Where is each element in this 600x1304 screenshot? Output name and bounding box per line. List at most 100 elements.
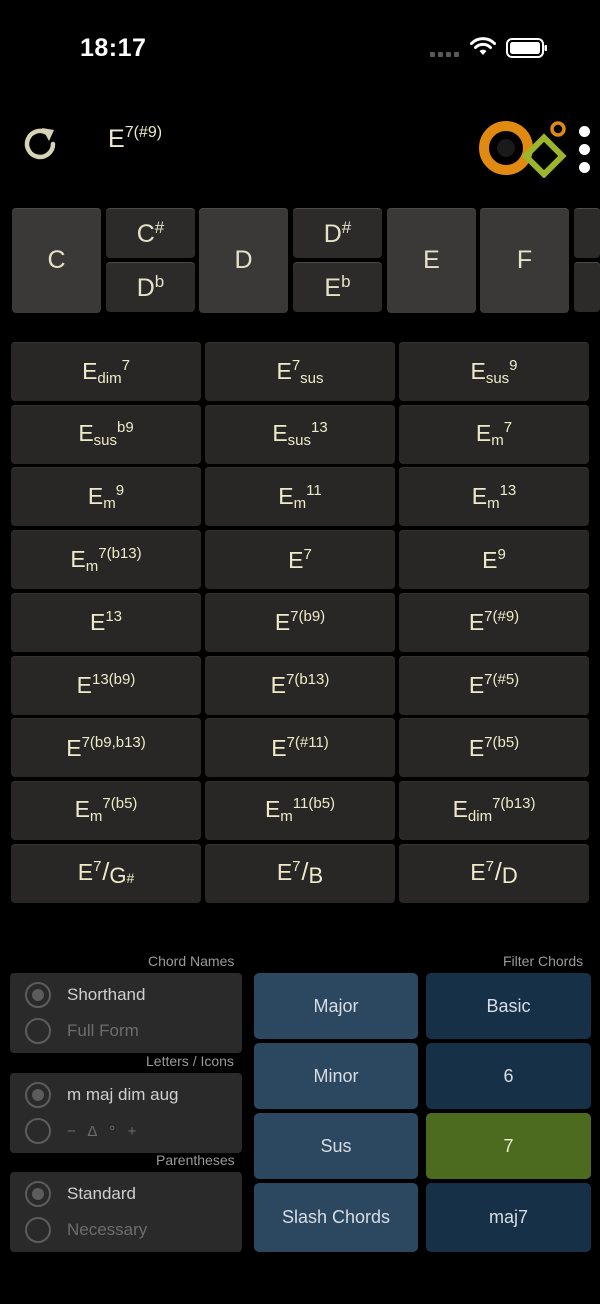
chord-label: E7(b9) bbox=[274, 608, 326, 636]
key-e[interactable]: E bbox=[387, 208, 476, 313]
chord-label: Em7(b5) bbox=[74, 795, 138, 826]
filter-chords-title: Filter Chords bbox=[503, 953, 584, 969]
key-d-sharp[interactable]: D# bbox=[293, 208, 382, 258]
chord-cell[interactable]: E7(b5) bbox=[399, 718, 589, 778]
chord-names-group: Shorthand Full Form bbox=[10, 973, 242, 1053]
chord-cell[interactable]: Em11(b5) bbox=[205, 780, 395, 840]
parentheses-title: Parentheses bbox=[156, 1152, 235, 1168]
radio-selected-icon[interactable] bbox=[25, 1082, 51, 1108]
radio-selected-icon[interactable] bbox=[25, 982, 51, 1008]
refresh-icon[interactable] bbox=[20, 124, 60, 164]
filter-7-button[interactable]: 7 bbox=[426, 1113, 591, 1179]
chord-cell[interactable]: E7(b9,b13) bbox=[11, 718, 201, 778]
chord-cell[interactable]: Em7(b13) bbox=[11, 530, 201, 590]
chord-cell[interactable]: E7(b9) bbox=[205, 592, 395, 652]
chord-cell[interactable]: Esusb9 bbox=[11, 404, 201, 464]
chord-cell[interactable]: Em9 bbox=[11, 467, 201, 527]
chord-cell[interactable]: E7 bbox=[205, 530, 395, 590]
radio-unselected-icon[interactable] bbox=[25, 1217, 51, 1243]
key-e-flat[interactable]: Eb bbox=[293, 262, 382, 312]
filter-basic-button[interactable]: Basic bbox=[426, 973, 591, 1039]
chord-cell[interactable]: Em7(b5) bbox=[11, 780, 201, 840]
chord-cell[interactable]: E13(b9) bbox=[11, 655, 201, 715]
chord-label: E7(b5) bbox=[468, 733, 520, 761]
radio-selected-icon[interactable] bbox=[25, 1181, 51, 1207]
chord-label: Em7(b13) bbox=[70, 544, 142, 575]
chord-cell[interactable]: Esus13 bbox=[205, 404, 395, 464]
key-d-flat[interactable]: Db bbox=[106, 262, 195, 312]
more-vertical-icon[interactable] bbox=[576, 124, 594, 176]
chord-cell[interactable]: E7/G# bbox=[11, 843, 201, 903]
chord-label: E7(#9) bbox=[468, 608, 520, 636]
chord-label: Em13 bbox=[471, 481, 517, 512]
letters-icons-group: m maj dim aug − Δ ° + bbox=[10, 1073, 242, 1153]
app-logo[interactable] bbox=[476, 118, 568, 178]
wifi-icon bbox=[470, 37, 496, 55]
filter-sus-button[interactable]: Sus bbox=[254, 1113, 418, 1179]
chord-cell[interactable]: Em7 bbox=[399, 404, 589, 464]
chord-label: E7/B bbox=[276, 857, 324, 888]
chord-cell[interactable]: E7/B bbox=[205, 843, 395, 903]
key-label: C# bbox=[136, 217, 165, 248]
chord-cell[interactable]: E13 bbox=[11, 592, 201, 652]
battery-icon bbox=[506, 38, 547, 58]
chord-label: E9 bbox=[482, 545, 506, 573]
key-label: E bbox=[423, 246, 440, 274]
chord-label: Em11 bbox=[278, 481, 322, 512]
chord-cell[interactable]: E9 bbox=[399, 530, 589, 590]
current-chord-root: E bbox=[108, 125, 125, 153]
chord-cell[interactable]: E7(b13) bbox=[205, 655, 395, 715]
key-g-flat-partial[interactable] bbox=[574, 262, 600, 312]
radio-label: Standard bbox=[67, 1184, 136, 1203]
key-label: D bbox=[234, 246, 253, 274]
chord-cell[interactable]: E7(#5) bbox=[399, 655, 589, 715]
chord-cell[interactable]: E7/D bbox=[399, 843, 589, 903]
radio-label: Shorthand bbox=[67, 985, 146, 1004]
chord-cell[interactable]: Em13 bbox=[399, 467, 589, 527]
status-bar: 18:17 bbox=[0, 0, 600, 96]
radio-label: m maj dim aug bbox=[67, 1085, 179, 1104]
chord-label: Em7 bbox=[475, 419, 513, 450]
chord-names-option-shorthand[interactable]: Shorthand bbox=[10, 977, 242, 1013]
letters-icons-option-letters[interactable]: m maj dim aug bbox=[10, 1077, 242, 1113]
chord-cell[interactable]: Edim7(b13) bbox=[399, 780, 589, 840]
chord-label: E13 bbox=[89, 608, 123, 636]
radio-unselected-icon[interactable] bbox=[25, 1118, 51, 1144]
parentheses-option-standard[interactable]: Standard bbox=[10, 1176, 242, 1212]
chord-cell[interactable]: E7sus bbox=[205, 342, 395, 401]
filter-minor-button[interactable]: Minor bbox=[254, 1043, 418, 1109]
chord-label: E7(#11) bbox=[271, 733, 329, 761]
filter-maj7-button[interactable]: maj7 bbox=[426, 1183, 591, 1252]
key-f[interactable]: F bbox=[480, 208, 569, 313]
chord-label: E13(b9) bbox=[76, 671, 136, 698]
chord-label: Esus13 bbox=[272, 419, 328, 450]
chord-names-option-full-form[interactable]: Full Form bbox=[10, 1013, 242, 1049]
key-label: F bbox=[516, 246, 533, 274]
key-f-sharp-partial[interactable] bbox=[574, 208, 600, 258]
chord-cell[interactable]: E7(#9) bbox=[399, 592, 589, 652]
filter-slash-chords-button[interactable]: Slash Chords bbox=[254, 1183, 418, 1252]
chord-cell[interactable]: E7(#11) bbox=[205, 718, 395, 778]
chord-label: Esus9 bbox=[470, 356, 518, 387]
filter-major-button[interactable]: Major bbox=[254, 973, 418, 1039]
chord-label: E7(b9,b13) bbox=[66, 733, 146, 761]
key-label: C bbox=[47, 246, 66, 274]
key-c[interactable]: C bbox=[12, 208, 101, 313]
parentheses-option-necessary[interactable]: Necessary bbox=[10, 1212, 242, 1248]
chord-cell[interactable]: Em11 bbox=[205, 467, 395, 527]
chord-label: E7(b13) bbox=[270, 671, 330, 698]
chord-label: E7/D bbox=[470, 857, 518, 888]
chord-cell[interactable]: Edim7 bbox=[11, 342, 201, 401]
key-d[interactable]: D bbox=[199, 208, 288, 313]
radio-label: − Δ ° + bbox=[67, 1122, 137, 1140]
chord-label: Edim7(b13) bbox=[452, 795, 536, 826]
letters-icons-option-icons[interactable]: − Δ ° + bbox=[10, 1113, 242, 1149]
filter-6-button[interactable]: 6 bbox=[426, 1043, 591, 1109]
key-c-sharp[interactable]: C# bbox=[106, 208, 195, 258]
radio-unselected-icon[interactable] bbox=[25, 1018, 51, 1044]
chord-cell[interactable]: Esus9 bbox=[399, 342, 589, 401]
letters-icons-title: Letters / Icons bbox=[146, 1053, 234, 1069]
status-time: 18:17 bbox=[80, 34, 147, 62]
chord-names-title: Chord Names bbox=[148, 953, 235, 969]
chord-label: Em11(b5) bbox=[264, 795, 336, 826]
